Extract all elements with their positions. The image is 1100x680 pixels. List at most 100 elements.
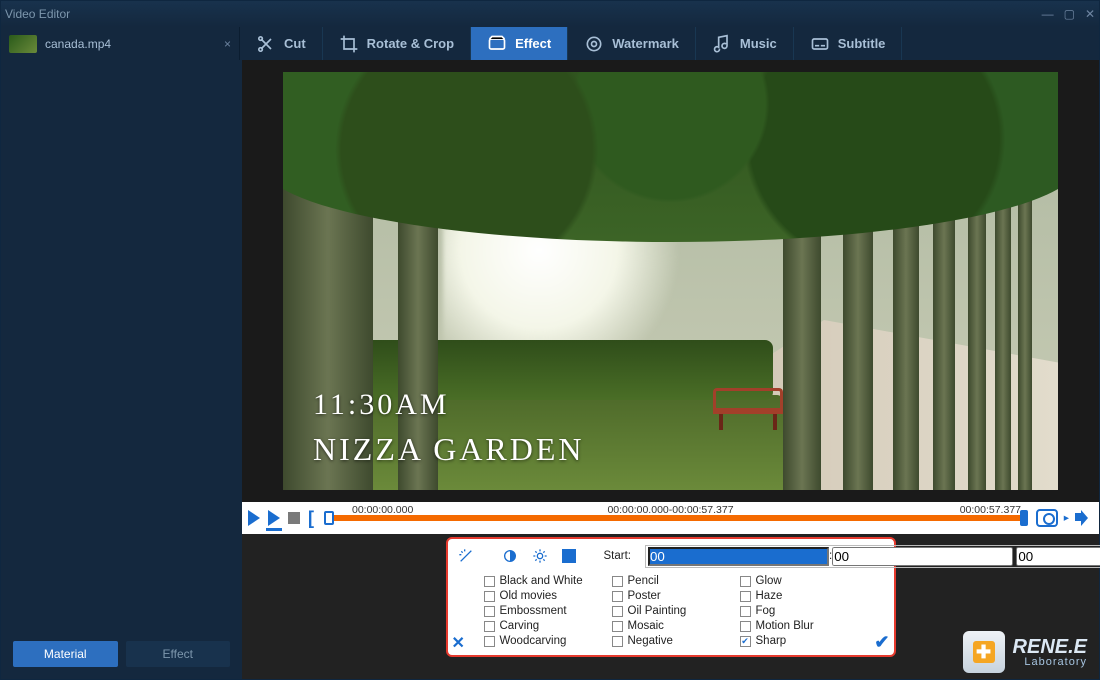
checkbox-icon	[740, 606, 751, 617]
effect-option-poster[interactable]: Poster	[612, 590, 730, 602]
play-button[interactable]	[248, 510, 260, 526]
stop-button[interactable]	[288, 512, 300, 524]
file-name: canada.mp4	[45, 37, 111, 51]
file-tab[interactable]: canada.mp4 ×	[1, 27, 240, 60]
effect-option-oil-painting[interactable]: Oil Painting	[612, 605, 730, 617]
checkbox-icon	[484, 621, 495, 632]
overlay-time-text: 11:30AM	[313, 388, 450, 422]
titlebar: Video Editor — ▢ ✕	[1, 1, 1099, 27]
brand-badge-icon: ✚	[963, 631, 1005, 673]
snapshot-button[interactable]	[1036, 509, 1058, 527]
brand-line2: Laboratory	[1013, 657, 1087, 668]
start-time-input[interactable]: : : . ▲▼	[645, 545, 1100, 568]
maximize-button[interactable]: ▢	[1064, 7, 1075, 21]
effect-option-woodcarving[interactable]: Woodcarving	[484, 635, 602, 647]
effect-option-carving[interactable]: Carving	[484, 620, 602, 632]
app-window: Video Editor — ▢ ✕ canada.mp4 × Cut Rota…	[0, 0, 1100, 680]
crop-icon	[339, 34, 359, 54]
checkbox-icon	[612, 621, 623, 632]
effect-option-label: Oil Painting	[628, 605, 687, 617]
sidebar: Material Effect	[1, 60, 242, 679]
sidebar-content	[1, 60, 242, 641]
preview-area: 11:30AM NIZZA GARDEN	[242, 60, 1099, 502]
checkbox-icon	[612, 636, 623, 647]
panel-confirm-button[interactable]: ✔	[874, 632, 889, 653]
panel-cancel-button[interactable]: ✕	[452, 633, 465, 653]
start-hh[interactable]	[648, 547, 829, 566]
wand-icon[interactable]	[458, 547, 474, 565]
seek-knob[interactable]	[324, 511, 334, 525]
effect-options-grid: Black and White Pencil Glow Old movies Poste…	[458, 575, 884, 647]
effect-option-label: Negative	[628, 635, 673, 647]
effect-option-embossment[interactable]: Embossment	[484, 605, 602, 617]
scissors-icon	[256, 34, 276, 54]
effect-option-label: Motion Blur	[756, 620, 814, 632]
effect-option-old-movies[interactable]: Old movies	[484, 590, 602, 602]
sidebar-tab-effect[interactable]: Effect	[126, 641, 231, 667]
effect-option-label: Haze	[756, 590, 783, 602]
minimize-button[interactable]: —	[1042, 7, 1054, 21]
play-range-button[interactable]	[268, 510, 280, 526]
effect-option-label: Black and White	[500, 575, 583, 587]
range-start-handle[interactable]: [	[308, 508, 314, 529]
bench-graphic	[713, 388, 783, 430]
checkbox-icon	[484, 636, 495, 647]
effect-option-sharp[interactable]: ✔ Sharp	[740, 635, 858, 647]
tool-subtitle[interactable]: Subtitle	[794, 27, 903, 60]
tool-watermark[interactable]: Watermark	[568, 27, 696, 60]
effect-option-label: Pencil	[628, 575, 659, 587]
tool-rotate-label: Rotate & Crop	[367, 36, 454, 51]
sidebar-tab-effect-label: Effect	[163, 647, 193, 661]
subtitle-icon	[810, 34, 830, 54]
window-title: Video Editor	[5, 7, 70, 21]
volume-button[interactable]	[1075, 509, 1093, 527]
effect-option-negative[interactable]: Negative	[612, 635, 730, 647]
window-controls: — ▢ ✕	[1042, 7, 1095, 21]
checkbox-icon	[612, 576, 623, 587]
range-end-handle[interactable]	[1020, 510, 1028, 526]
tool-watermark-label: Watermark	[612, 36, 679, 51]
start-ss[interactable]	[1016, 547, 1100, 566]
file-thumb	[9, 35, 37, 53]
checkbox-icon	[740, 576, 751, 587]
effect-option-haze[interactable]: Haze	[740, 590, 858, 602]
color-icon[interactable]	[562, 547, 576, 565]
tool-music-label: Music	[740, 36, 777, 51]
sidebar-tab-material[interactable]: Material	[13, 641, 118, 667]
file-tab-close-icon[interactable]: ×	[224, 37, 231, 51]
checkbox-icon: ✔	[740, 636, 751, 647]
effect-option-label: Old movies	[500, 590, 558, 602]
effect-option-fog[interactable]: Fog	[740, 605, 858, 617]
start-mm[interactable]	[832, 547, 1013, 566]
tool-music[interactable]: Music	[696, 27, 794, 60]
effect-option-label: Woodcarving	[500, 635, 567, 647]
effect-option-mosaic[interactable]: Mosaic	[612, 620, 730, 632]
effect-option-black-and-white[interactable]: Black and White	[484, 575, 602, 587]
main: 11:30AM NIZZA GARDEN [ 00:00:00.000 00:0…	[242, 60, 1099, 679]
effect-option-label: Glow	[756, 575, 782, 587]
effect-option-glow[interactable]: Glow	[740, 575, 858, 587]
brightness-icon[interactable]	[532, 547, 548, 565]
tool-cut[interactable]: Cut	[240, 27, 323, 60]
sidebar-tabs: Material Effect	[1, 641, 242, 679]
effect-option-pencil[interactable]: Pencil	[612, 575, 730, 587]
close-button[interactable]: ✕	[1085, 7, 1095, 21]
checkbox-icon	[484, 591, 495, 602]
timeline: [ 00:00:00.000 00:00:00.000-00:00:57.377…	[242, 502, 1099, 534]
checkbox-icon	[484, 606, 495, 617]
body: Material Effect	[1, 60, 1099, 679]
effect-option-label: Sharp	[756, 635, 787, 647]
seek-bar[interactable]	[324, 515, 1026, 521]
tool-rotate-crop[interactable]: Rotate & Crop	[323, 27, 471, 60]
video-frame: 11:30AM NIZZA GARDEN	[283, 72, 1058, 490]
effect-icon	[487, 34, 507, 54]
effect-option-label: Poster	[628, 590, 661, 602]
effect-option-motion-blur[interactable]: Motion Blur	[740, 620, 858, 632]
tool-effect[interactable]: Effect	[471, 27, 568, 60]
tool-cut-label: Cut	[284, 36, 306, 51]
checkbox-icon	[612, 591, 623, 602]
tool-effect-label: Effect	[515, 36, 551, 51]
contrast-icon[interactable]	[502, 547, 518, 565]
sidebar-tab-material-label: Material	[44, 647, 87, 661]
start-label: Start:	[604, 550, 631, 562]
